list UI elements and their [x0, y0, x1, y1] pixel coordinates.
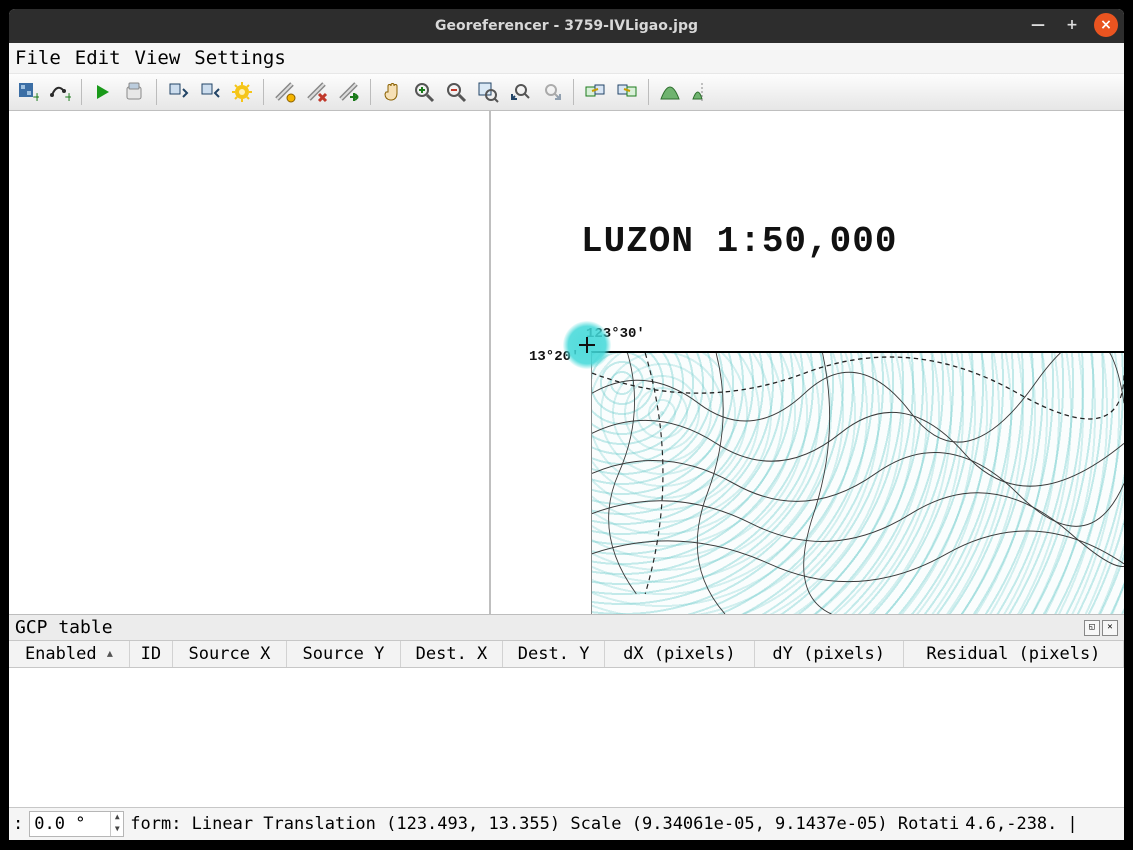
add-vector-icon[interactable]: + — [45, 77, 75, 107]
col-dx[interactable]: dX (pixels) — [605, 641, 754, 668]
statusbar: : ▲ ▼ form: Linear Translation (123.493,… — [9, 807, 1124, 840]
delete-point-icon[interactable] — [302, 77, 332, 107]
gcp-table-header-row: Enabled ▲ ID Source X Source Y Dest. X D… — [9, 641, 1124, 668]
svg-text:+: + — [64, 90, 71, 103]
minimize-button[interactable]: — — [1026, 13, 1050, 37]
link-qgis-to-georef-icon[interactable] — [612, 77, 642, 107]
zoom-to-layer-icon[interactable] — [473, 77, 503, 107]
full-histogram-stretch-icon[interactable] — [655, 77, 685, 107]
menu-settings[interactable]: Settings — [194, 47, 286, 69]
add-point-icon[interactable] — [270, 77, 300, 107]
svg-text:+: + — [32, 90, 39, 103]
canvas-left-pane[interactable] — [9, 111, 491, 614]
menu-view[interactable]: View — [135, 47, 181, 69]
rotation-step-up[interactable]: ▲ — [111, 812, 123, 824]
gcp-panel-title: GCP table — [15, 617, 113, 638]
transform-status-label: form: Linear Translation (123.493, 13.35… — [130, 814, 959, 834]
col-id[interactable]: ID — [129, 641, 172, 668]
zoom-out-icon[interactable] — [441, 77, 471, 107]
map-title-label: LUZON 1:50,000 — [581, 221, 897, 262]
statusbar-leading-fragment: : — [13, 814, 23, 834]
canvas-map-pane[interactable]: LUZON 1:50,000 123°30' 13°20' — [491, 111, 1124, 614]
rotation-step-down[interactable]: ▼ — [111, 824, 123, 836]
close-button[interactable]: × — [1094, 13, 1118, 37]
gcp-close-button[interactable]: ✕ — [1102, 620, 1118, 636]
map-raster: 729 Coconut — [591, 351, 1124, 614]
window-title: Georeferencer - 3759-IVLigao.jpg — [435, 18, 698, 34]
statusbar-trailing-fragment: | — [1067, 814, 1077, 834]
canvas-area: LUZON 1:50,000 123°30' 13°20' — [9, 111, 1124, 614]
corner-longitude-label: 123°30' — [586, 326, 645, 342]
start-georef-icon[interactable] — [88, 77, 118, 107]
rotation-spinbox[interactable]: ▲ ▼ — [29, 811, 124, 837]
col-source-y[interactable]: Source Y — [286, 641, 400, 668]
gcp-table[interactable]: Enabled ▲ ID Source X Source Y Dest. X D… — [9, 640, 1124, 807]
menu-file[interactable]: File — [15, 47, 61, 69]
transform-settings-icon[interactable] — [227, 77, 257, 107]
link-georef-to-qgis-icon[interactable] — [580, 77, 610, 107]
toolbar: + + — [9, 74, 1124, 111]
col-dest-x[interactable]: Dest. X — [400, 641, 502, 668]
col-enabled[interactable]: Enabled ▲ — [9, 641, 129, 668]
local-histogram-stretch-icon[interactable] — [687, 77, 717, 107]
zoom-in-icon[interactable] — [409, 77, 439, 107]
zoom-next-icon[interactable] — [537, 77, 567, 107]
generate-gdal-icon[interactable] — [120, 77, 150, 107]
zoom-last-icon[interactable] — [505, 77, 535, 107]
menubar: File Edit View Settings — [9, 43, 1124, 74]
pan-icon[interactable] — [377, 77, 407, 107]
move-point-icon[interactable] — [334, 77, 364, 107]
cursor-coord-label: 4.6,-238. — [965, 814, 1057, 834]
corner-latitude-label: 13°20' — [529, 349, 579, 365]
save-gcp-icon[interactable] — [195, 77, 225, 107]
load-gcp-icon[interactable] — [163, 77, 193, 107]
georeferencer-window: Georeferencer - 3759-IVLigao.jpg — + × F… — [9, 9, 1124, 840]
col-source-x[interactable]: Source X — [173, 641, 287, 668]
maximize-button[interactable]: + — [1060, 13, 1084, 37]
col-dest-y[interactable]: Dest. Y — [503, 641, 605, 668]
menu-edit[interactable]: Edit — [75, 47, 121, 69]
col-dy[interactable]: dY (pixels) — [754, 641, 903, 668]
gcp-panel-header: GCP table ◱ ✕ — [9, 615, 1124, 640]
col-residual[interactable]: Residual (pixels) — [903, 641, 1123, 668]
gcp-undock-button[interactable]: ◱ — [1084, 620, 1100, 636]
open-raster-icon[interactable]: + — [13, 77, 43, 107]
gcp-panel: GCP table ◱ ✕ Enabled ▲ ID Source X Sour… — [9, 614, 1124, 807]
rotation-input[interactable] — [30, 812, 110, 836]
titlebar: Georeferencer - 3759-IVLigao.jpg — + × — [9, 9, 1124, 43]
